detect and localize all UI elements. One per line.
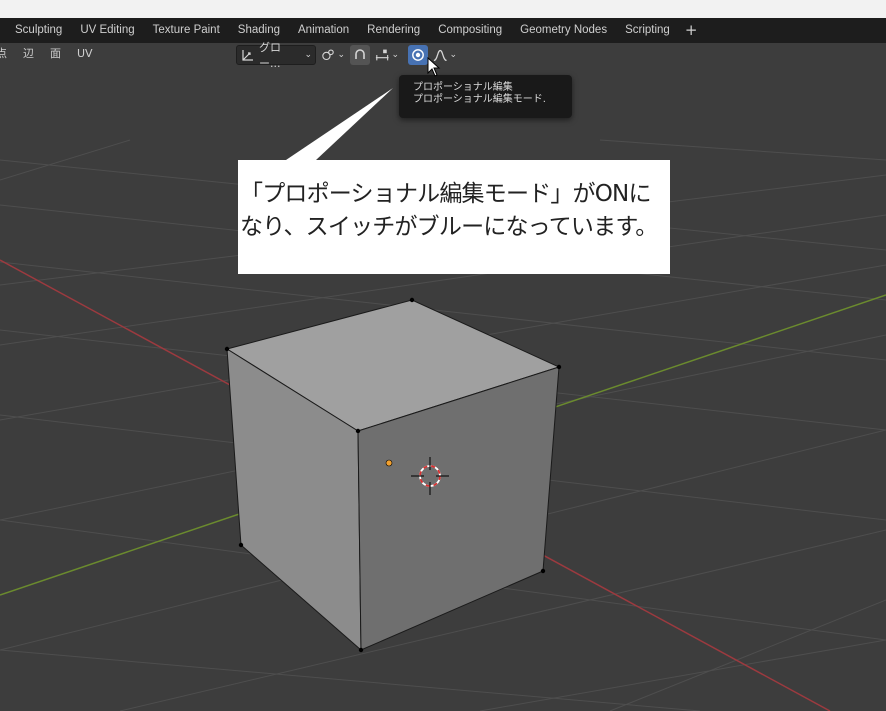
annotation-line-1: 「プロポーショナル編集モード」がONに (240, 181, 651, 207)
vertex-select-mode[interactable]: 点 (0, 46, 9, 62)
snap-target-dropdown[interactable]: ⌄ (372, 45, 402, 65)
chevron-down-icon: ⌄ (304, 50, 312, 60)
tab-uv-editing[interactable]: UV Editing (71, 18, 143, 43)
cube-mesh[interactable] (224, 297, 562, 653)
tooltip-description: プロポーショナル編集モード. (413, 94, 546, 105)
chevron-down-icon: ⌄ (391, 50, 399, 60)
transform-orientation-dropdown[interactable]: グロー... ⌄ (236, 41, 316, 70)
select-mode-group: 点 辺 面 UV (0, 46, 95, 62)
uv-menu[interactable]: UV (75, 46, 95, 62)
proportional-edit-tooltip: プロポーショナル編集 プロポーショナル編集モード. (399, 75, 572, 118)
chevron-down-icon: ⌄ (337, 50, 345, 60)
transform-orientation-icon (242, 50, 253, 61)
3d-viewport[interactable] (0, 43, 886, 711)
face-select-mode[interactable]: 面 (48, 46, 63, 62)
tab-sculpting[interactable]: Sculpting (0, 18, 71, 43)
snap-icon (355, 49, 365, 59)
snap-target-icon (375, 49, 389, 61)
viewport-scene (0, 88, 886, 711)
annotation-callout: 「プロポーショナル編集モード」がONに なり、スイッチがブルーになっています。 (238, 160, 670, 274)
tab-texture-paint[interactable]: Texture Paint (144, 18, 229, 43)
transform-orientation-label: グロー... (258, 41, 281, 70)
tooltip-title: プロポーショナル編集 (413, 82, 513, 93)
add-workspace-button[interactable]: + (679, 18, 704, 43)
tab-rendering[interactable]: Rendering (358, 18, 429, 43)
mouse-cursor-icon (427, 57, 441, 77)
annotation-line-2: なり、スイッチがブルーになっています。 (240, 214, 658, 240)
proportional-edit-toggle[interactable] (408, 45, 428, 65)
pivot-point-icon (322, 49, 334, 61)
edge-select-mode[interactable]: 辺 (21, 46, 36, 62)
pivot-point-dropdown[interactable]: ⌄ (318, 45, 348, 65)
snap-toggle[interactable] (350, 45, 370, 65)
proportional-edit-icon (412, 49, 424, 61)
tab-geometry-nodes[interactable]: Geometry Nodes (511, 18, 616, 43)
chevron-down-icon: ⌄ (449, 50, 457, 60)
tab-compositing[interactable]: Compositing (429, 18, 511, 43)
object-origin (385, 459, 393, 467)
workspace-tab-bar: Sculpting UV Editing Texture Paint Shadi… (0, 18, 886, 43)
callout-pointer (286, 88, 393, 160)
tab-scripting[interactable]: Scripting (616, 18, 679, 43)
top-strip (0, 0, 886, 18)
